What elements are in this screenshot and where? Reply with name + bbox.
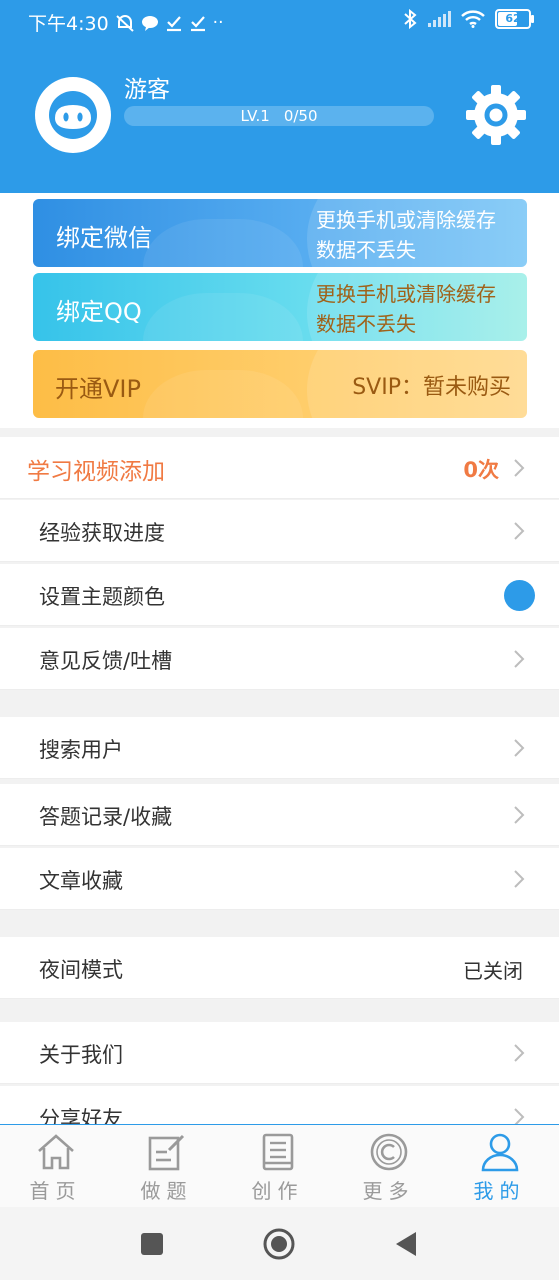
tab-more-label: 更多: [362, 1179, 415, 1203]
video-add-row[interactable]: 学习视频添加 0次: [0, 437, 559, 499]
edit-icon: [148, 1134, 185, 1171]
open-vip-title: 开通VIP: [55, 375, 141, 403]
night-mode-label: 夜间模式: [39, 958, 123, 982]
back-icon[interactable]: [394, 1231, 418, 1257]
exp-label: 0/50: [283, 107, 318, 125]
tab-more[interactable]: 更多: [333, 1125, 444, 1208]
night-mode-row[interactable]: 夜间模式 已关闭: [0, 937, 559, 999]
theme-color-row[interactable]: 设置主题颜色: [0, 564, 559, 626]
status-time: 下午4:30: [28, 13, 109, 35]
chat-bubble-icon: [141, 15, 158, 31]
chevron-right-icon: [514, 806, 525, 824]
settings-gear-icon[interactable]: [464, 83, 528, 147]
theme-color-swatch[interactable]: [504, 580, 535, 611]
person-icon: [481, 1133, 519, 1172]
chevron-right-icon: [514, 522, 525, 540]
system-nav-bar: [0, 1207, 559, 1280]
tab-mine[interactable]: 我的: [444, 1125, 555, 1208]
bind-qq-subtitle-line1: 更换手机或清除缓存: [316, 282, 496, 306]
chevron-right-icon: [514, 459, 525, 477]
level-label: LV.1: [240, 107, 270, 125]
bind-wechat-subtitle: 更换手机或清除缓存 数据不丢失: [316, 205, 496, 265]
exp-progress-label: 经验获取进度: [39, 521, 165, 545]
video-add-label: 学习视频添加: [27, 459, 165, 485]
tab-exercise-label: 做题: [140, 1179, 193, 1203]
chevron-right-icon: [514, 650, 525, 668]
exp-progress-row[interactable]: 经验获取进度: [0, 500, 559, 562]
notification-muted-icon: [115, 14, 134, 32]
bind-qq-subtitle-line2: 数据不丢失: [316, 312, 416, 336]
chevron-right-icon: [514, 1044, 525, 1062]
card-decoration: [143, 219, 303, 267]
chevron-right-icon: [514, 870, 525, 888]
username: 游客: [124, 77, 170, 103]
battery-icon: 62: [495, 9, 534, 29]
tab-create[interactable]: 创作: [222, 1125, 333, 1208]
promo-cards: 绑定微信 更换手机或清除缓存 数据不丢失 绑定QQ 更换手机或清除缓存 数据不丢…: [0, 193, 559, 428]
theme-color-label: 设置主题颜色: [39, 585, 165, 609]
card-decoration: [143, 370, 303, 418]
bind-wechat-title: 绑定微信: [56, 224, 152, 252]
bind-qq-subtitle: 更换手机或清除缓存 数据不丢失: [316, 279, 496, 339]
home-icon: [38, 1134, 74, 1170]
search-user-label: 搜索用户: [39, 738, 123, 762]
more-dots-icon: ··: [212, 12, 224, 33]
svip-status: SVIP：暂未购买: [352, 375, 511, 400]
night-mode-status: 已关闭: [463, 959, 523, 983]
book-icon: [262, 1133, 294, 1171]
about-us-row[interactable]: 关于我们: [0, 1022, 559, 1084]
tab-home-label: 首页: [29, 1179, 82, 1203]
bind-qq-title: 绑定QQ: [56, 298, 142, 326]
bluetooth-icon: [404, 9, 417, 29]
bind-wechat-card[interactable]: 绑定微信 更换手机或清除缓存 数据不丢失: [33, 199, 527, 267]
recent-apps-icon[interactable]: [140, 1232, 164, 1256]
bind-qq-card[interactable]: 绑定QQ 更换手机或清除缓存 数据不丢失: [33, 273, 527, 341]
feedback-row[interactable]: 意见反馈/吐槽: [0, 628, 559, 690]
copyright-icon: [370, 1133, 408, 1171]
bind-wechat-subtitle-line2: 数据不丢失: [316, 238, 416, 262]
download-done-icon-2: [190, 15, 205, 31]
chevron-right-icon: [514, 739, 525, 757]
download-done-icon: [166, 15, 181, 31]
battery-level: 62: [505, 12, 521, 25]
profile-header: 下午4:30 ·· 62 游客 LV.1 0/50: [0, 0, 559, 193]
home-nav-icon[interactable]: [263, 1228, 295, 1260]
answer-records-row[interactable]: 答题记录/收藏: [0, 784, 559, 846]
article-fav-label: 文章收藏: [39, 869, 123, 893]
video-add-count: 0次: [463, 458, 499, 482]
answer-records-label: 答题记录/收藏: [39, 805, 173, 829]
bind-wechat-subtitle-line1: 更换手机或清除缓存: [316, 208, 496, 232]
about-us-label: 关于我们: [39, 1043, 123, 1067]
search-user-row[interactable]: 搜索用户: [0, 717, 559, 779]
robot-avatar-icon: [49, 91, 97, 139]
tab-create-label: 创作: [251, 1179, 304, 1203]
status-bar: 下午4:30 ·· 62: [0, 0, 559, 42]
signal-icon: [428, 11, 451, 27]
open-vip-card[interactable]: 开通VIP SVIP：暂未购买: [33, 350, 527, 418]
tab-exercise[interactable]: 做题: [111, 1125, 222, 1208]
wifi-icon: [461, 10, 485, 28]
bottom-tab-bar: 首页 做题 创作 更多 我的: [0, 1124, 559, 1208]
article-fav-row[interactable]: 文章收藏: [0, 848, 559, 910]
card-decoration: [143, 293, 303, 341]
feedback-label: 意见反馈/吐槽: [39, 649, 173, 673]
tab-home[interactable]: 首页: [0, 1125, 111, 1208]
avatar[interactable]: [35, 77, 111, 153]
level-progress-bar: LV.1 0/50: [124, 106, 434, 126]
tab-mine-label: 我的: [473, 1179, 526, 1203]
